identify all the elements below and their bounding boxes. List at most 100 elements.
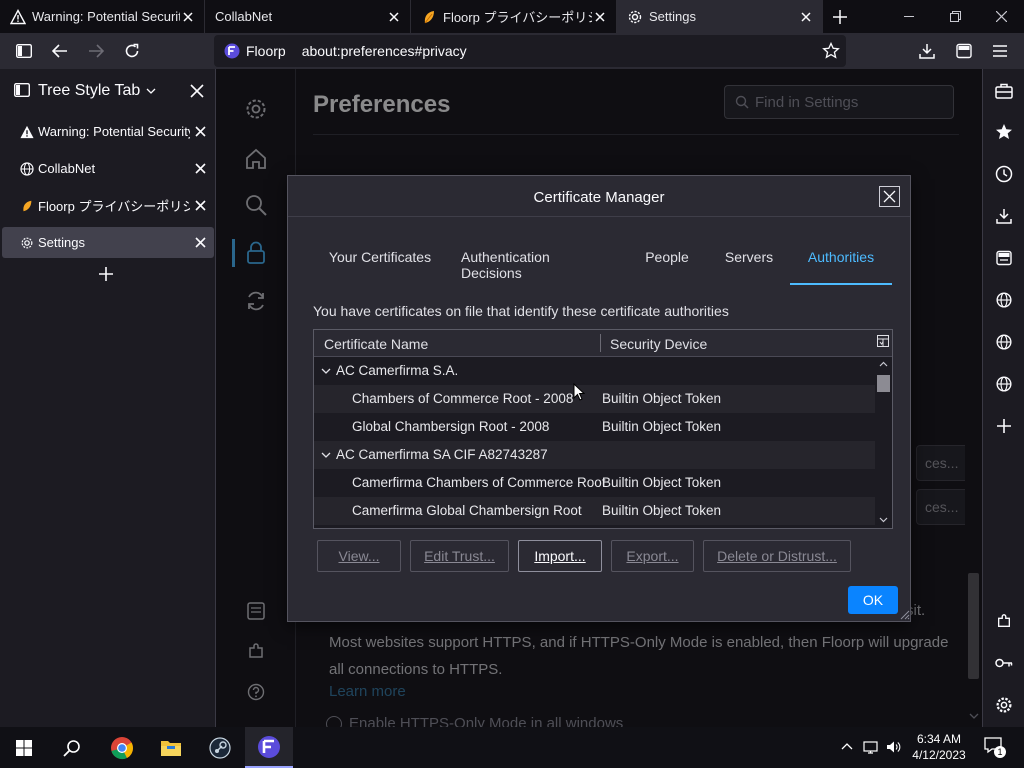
scrollbar-thumb[interactable] [877, 375, 890, 392]
taskbar-floorp[interactable] [245, 727, 293, 768]
sidebar-toggle-button[interactable] [10, 37, 38, 65]
tab-warning[interactable]: Warning: Potential Security Risk Ahead [0, 0, 205, 33]
tab-authentication-decisions[interactable]: Authentication Decisions [461, 249, 613, 285]
notification-center-button[interactable]: 1 [984, 736, 1006, 758]
close-window-button[interactable] [978, 0, 1024, 33]
delete-or-distrust-button[interactable]: Delete or Distrust... [703, 540, 851, 572]
browser-side-panel [982, 69, 1024, 727]
extensions-button[interactable] [992, 609, 1016, 633]
tab-your-certificates[interactable]: Your Certificates [324, 249, 436, 285]
chevron-up-icon[interactable] [839, 739, 855, 755]
tree-certificate-row[interactable]: Chambers of Commerce Root - 2008 Builtin… [314, 385, 875, 413]
add-panel-button[interactable] [992, 414, 1016, 438]
windows-taskbar: 6:34 AM 4/12/2023 1 [0, 727, 1024, 768]
tree-group-row[interactable]: AC Camerfirma SA CIF A82743287 [314, 441, 875, 469]
reload-button[interactable] [118, 37, 146, 65]
import-button[interactable]: Import... [518, 540, 602, 572]
taskbar-file-explorer[interactable] [147, 727, 195, 768]
bookmarks-panel-button[interactable] [992, 120, 1016, 144]
forward-button[interactable] [82, 37, 110, 65]
tab-authorities[interactable]: Authorities [790, 249, 892, 285]
gear-icon [996, 697, 1012, 713]
notes-panel-button[interactable] [992, 246, 1016, 270]
tree-tab-settings[interactable]: Settings [2, 227, 214, 258]
settings-button[interactable] [992, 693, 1016, 717]
tree-tab-collabnet[interactable]: CollabNet [2, 153, 214, 184]
column-picker-icon[interactable] [877, 335, 891, 349]
ok-button[interactable]: OK [848, 586, 898, 614]
menu-button[interactable] [986, 37, 1014, 65]
close-icon[interactable] [190, 233, 210, 253]
tree-certificate-row[interactable]: Global Chambersign Root - 2008 Builtin O… [314, 413, 875, 441]
url-text[interactable]: about:preferences#privacy [302, 43, 467, 59]
tree-scrollbar[interactable] [875, 357, 892, 528]
close-icon[interactable] [190, 159, 210, 179]
taskbar-steam[interactable] [196, 727, 244, 768]
notification-badge: 1 [994, 746, 1006, 758]
resize-grip-icon[interactable] [898, 608, 910, 620]
security-device: Builtin Object Token [602, 475, 722, 490]
tab-settings[interactable]: Settings [617, 0, 823, 33]
tree-certificate-row[interactable]: Camerfirma Chambers of Commerce Root Bui… [314, 469, 875, 497]
dialog-close-button[interactable] [879, 186, 900, 207]
close-icon[interactable] [180, 9, 196, 25]
restore-button[interactable] [932, 0, 978, 33]
view-button[interactable]: View... [317, 540, 401, 572]
web-panel-button-3[interactable] [992, 372, 1016, 396]
security-device: Builtin Object Token [602, 391, 722, 406]
tab-label: Warning: Potential Security Risk Ahead [32, 9, 180, 24]
globe-icon [996, 292, 1012, 308]
tree-tab-floorp-privacy[interactable]: Floorp プライバシーポリシー [2, 190, 214, 221]
close-icon[interactable] [798, 9, 814, 25]
new-tab-button[interactable] [98, 266, 114, 282]
history-panel-button[interactable] [992, 162, 1016, 186]
web-panel-button-1[interactable] [992, 288, 1016, 312]
tab-people[interactable]: People [640, 249, 694, 285]
column-separator[interactable] [600, 334, 601, 352]
network-icon[interactable] [863, 739, 879, 755]
divider [288, 216, 910, 217]
tree-tab-label: CollabNet [38, 161, 96, 176]
certificate-name: Camerfirma Global Chambersign Root [352, 503, 582, 518]
tree-group-row[interactable]: AC Camerfirma S.A. [314, 357, 875, 385]
new-tab-button[interactable] [822, 0, 858, 33]
column-security-device[interactable]: Security Device [610, 336, 707, 352]
tree-tab-warning[interactable]: Warning: Potential Security Risk Ahead [2, 116, 214, 147]
sidebar-title[interactable]: Tree Style Tab [38, 82, 140, 100]
sidebar-header: Tree Style Tab [0, 69, 216, 113]
chevron-down-icon [321, 368, 331, 374]
certificate-name: Global Chambersign Root - 2008 [352, 419, 550, 434]
close-sidebar-button[interactable] [190, 84, 204, 98]
search-button[interactable] [48, 727, 96, 768]
tab-collabnet[interactable]: CollabNet [205, 0, 411, 33]
tab-servers[interactable]: Servers [720, 249, 778, 285]
clock-date: 4/12/2023 [912, 748, 966, 762]
taskbar-chrome[interactable] [98, 727, 146, 768]
close-icon[interactable] [190, 122, 210, 142]
column-certificate-name[interactable]: Certificate Name [324, 336, 428, 352]
steam-icon [209, 736, 231, 759]
bookmark-star-icon[interactable] [822, 42, 840, 60]
certificate-tree[interactable]: Certificate Name Security Device AC Came… [313, 329, 893, 529]
chevron-down-icon[interactable] [146, 88, 156, 94]
volume-icon[interactable] [885, 739, 901, 755]
sidebar-panel-button[interactable] [950, 37, 978, 65]
close-icon[interactable] [190, 196, 210, 216]
web-panel-button-2[interactable] [992, 330, 1016, 354]
url-bar[interactable]: Floorp about:preferences#privacy [214, 35, 846, 67]
export-button[interactable]: Export... [611, 540, 694, 572]
passwords-button[interactable] [992, 651, 1016, 675]
minimize-button[interactable] [886, 0, 932, 33]
edit-trust-button[interactable]: Edit Trust... [410, 540, 509, 572]
downloads-panel-button[interactable] [992, 204, 1016, 228]
tree-certificate-row[interactable]: Camerfirma Global Chambersign Root Built… [314, 497, 875, 525]
close-icon[interactable] [592, 9, 608, 25]
back-button[interactable] [46, 37, 74, 65]
system-clock[interactable]: 6:34 AM 4/12/2023 [906, 731, 972, 763]
downloads-button[interactable] [913, 37, 941, 65]
tab-floorp-privacy[interactable]: Floorp プライバシーポリシー [411, 0, 617, 33]
start-button[interactable] [0, 727, 48, 768]
close-icon[interactable] [386, 9, 402, 25]
toolbox-button[interactable] [992, 79, 1016, 103]
tab-label: Floorp プライバシーポリシー [443, 10, 592, 25]
